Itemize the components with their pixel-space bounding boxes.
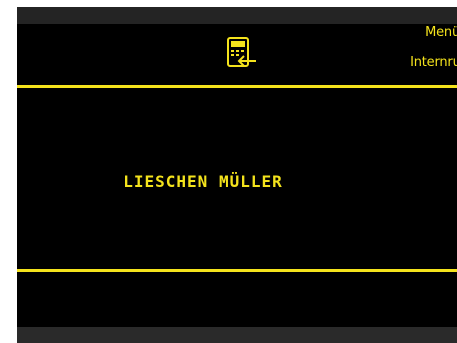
top-divider: [17, 85, 457, 88]
bottom-bezel: [17, 327, 457, 343]
display-frame: Menü Internruf LIESCHEN MÜLLER: [0, 0, 457, 343]
bottom-divider: [17, 269, 457, 272]
intercom-softkey-label[interactable]: Internruf: [410, 55, 457, 70]
caller-name: LIESCHEN MÜLLER: [123, 172, 283, 191]
menu-softkey-label[interactable]: Menü: [425, 25, 457, 40]
intercom-display: Menü Internruf LIESCHEN MÜLLER: [17, 7, 457, 343]
intercom-handset-icon[interactable]: [226, 36, 258, 70]
top-bezel: [17, 7, 457, 24]
